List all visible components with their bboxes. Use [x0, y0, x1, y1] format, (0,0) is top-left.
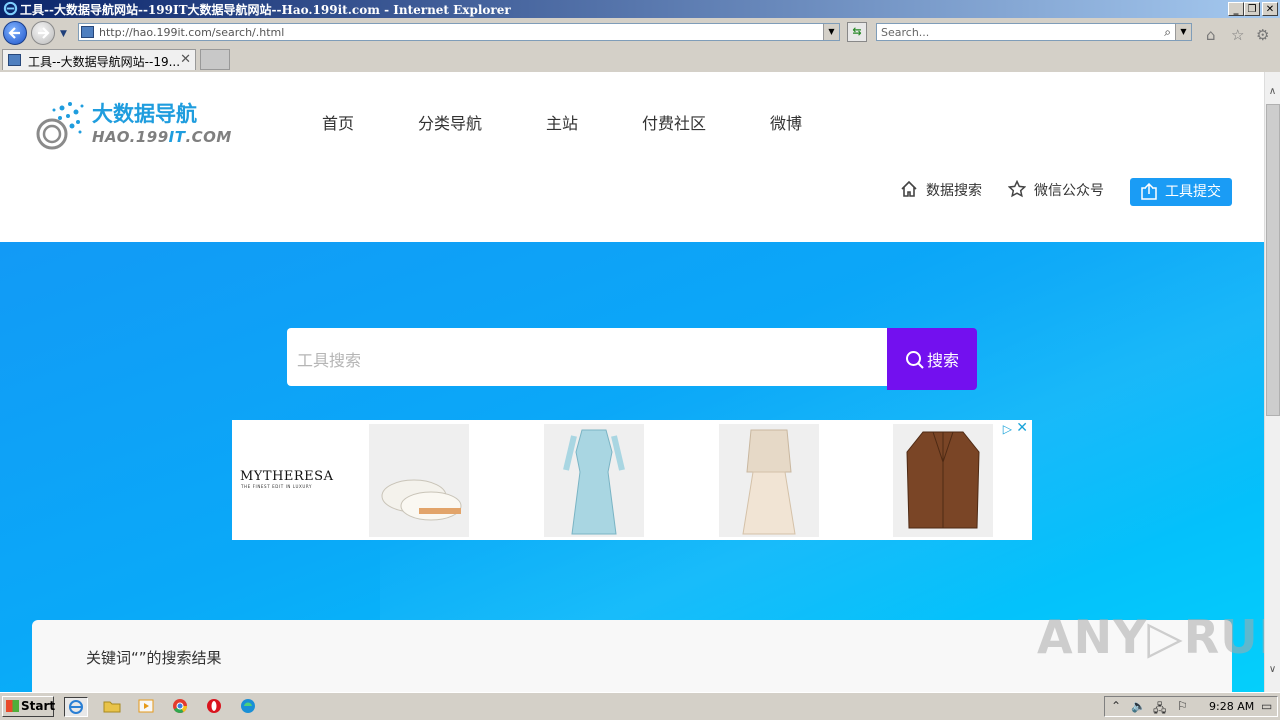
home-outline-icon [901, 180, 917, 197]
logo-domain-part-a: HAO.199 [92, 128, 169, 146]
taskbar-chrome[interactable] [169, 697, 193, 717]
address-url[interactable]: http://hao.199it.com/search/.html [99, 26, 284, 39]
window-title: 工具--大数据导航网站--199IT大数据导航网站--Hao.199it.com… [20, 3, 511, 17]
close-ad-icon[interactable]: ✕ [1016, 420, 1028, 436]
data-search-label: 数据搜索 [926, 183, 982, 199]
adchoices-icon[interactable]: ▷ [1003, 422, 1012, 436]
advertisement-banner[interactable]: MYTHERESA THE FINEST EDIT IN LUXURY ▷ ✕ [232, 420, 1032, 540]
taskbar-edge[interactable] [237, 697, 261, 717]
scroll-up-icon[interactable]: ∧ [1265, 86, 1280, 102]
tool-search-button[interactable]: 搜索 [887, 328, 977, 390]
ad-product-blue-dress[interactable] [544, 424, 644, 537]
taskbar-media-player[interactable] [135, 697, 159, 717]
chrome-icon [173, 699, 187, 713]
ad-product-beige-outfit[interactable] [719, 424, 819, 537]
browser-search-placeholder[interactable]: Search... [881, 26, 929, 39]
tool-search-button-label: 搜索 [927, 351, 960, 370]
vertical-scrollbar[interactable]: ∧ ∨ [1264, 72, 1280, 692]
address-bar[interactable]: http://hao.199it.com/search/.html ▼ [78, 23, 840, 41]
dandelion-logo-icon [36, 102, 84, 150]
windows-taskbar: Start ⌃ 🔈 🖧 ⚐ 9:28 AM ▭ [0, 692, 1280, 720]
taskbar-opera[interactable] [203, 697, 227, 717]
arrow-right-icon [38, 27, 50, 39]
tab-label[interactable]: 工具--大数据导航网站--19... [28, 53, 180, 70]
ad-tagline: THE FINEST EDIT IN LUXURY [241, 484, 313, 489]
show-desktop-icon[interactable]: ▭ [1261, 699, 1272, 713]
submit-tool-button[interactable]: 工具提交 [1130, 178, 1232, 206]
blue-dress-image [563, 429, 625, 535]
search-icon[interactable]: ⌕ [1164, 25, 1171, 40]
results-heading: 关键词“”的搜索结果 [86, 649, 222, 667]
page-favicon [81, 26, 94, 38]
arrow-left-icon [8, 27, 20, 39]
logo-domain-part-c: .COM [185, 128, 232, 146]
minimize-button[interactable]: _ [1228, 2, 1244, 16]
beige-outfit-image [742, 429, 796, 535]
windows-flag-icon [6, 700, 19, 712]
anyrun-watermark: ANY▷RUN [1037, 610, 1264, 664]
search-icon [906, 351, 924, 369]
browser-tab[interactable]: 工具--大数据导航网站--19... ✕ [2, 49, 196, 70]
history-dropdown-icon[interactable]: ▼ [60, 29, 67, 39]
back-button[interactable] [3, 21, 27, 45]
nav-main-site[interactable]: 主站 [546, 110, 578, 134]
tool-search-placeholder[interactable]: 工具搜索 [297, 347, 361, 371]
home-icon[interactable]: ⌂ [1206, 26, 1216, 44]
logo-domain-text: HAO.199IT.COM [92, 128, 232, 146]
ad-brand[interactable]: MYTHERESA [240, 469, 333, 484]
leather-jacket-image [906, 431, 980, 529]
sneaker-image [381, 479, 462, 521]
nav-categories[interactable]: 分类导航 [418, 110, 482, 134]
site-logo[interactable]: 大数据导航 HAO.199IT.COM [32, 94, 232, 154]
tools-gear-icon[interactable]: ⚙ [1256, 26, 1269, 44]
browser-search-box[interactable]: Search... ⌕ ▼ [876, 23, 1192, 41]
upload-icon [1141, 183, 1157, 200]
wechat-label: 微信公众号 [1034, 183, 1104, 199]
scroll-thumb[interactable] [1266, 104, 1280, 416]
start-label: Start [21, 699, 56, 713]
search-dropdown-icon[interactable]: ▼ [1175, 24, 1191, 40]
forward-button[interactable] [31, 21, 55, 45]
opera-icon [207, 699, 221, 713]
internet-explorer-icon [69, 700, 83, 714]
new-tab-button[interactable] [200, 49, 230, 70]
browser-navbar: ▼ http://hao.199it.com/search/.html ▼ ⇆ … [0, 18, 1280, 49]
favorites-star-icon[interactable]: ☆ [1231, 26, 1244, 44]
nav-weibo[interactable]: 微博 [770, 110, 802, 134]
logo-chinese-text: 大数据导航 [92, 102, 197, 126]
tab-bar: 工具--大数据导航网站--19... ✕ [0, 48, 1280, 72]
folder-icon [103, 701, 121, 713]
taskbar-file-explorer[interactable] [101, 697, 125, 717]
ad-product-leather-jacket[interactable] [893, 424, 993, 537]
tool-search-input[interactable]: 工具搜索 [287, 328, 887, 386]
system-tray: ⌃ 🔈 🖧 ⚐ 9:28 AM ▭ [1104, 696, 1278, 717]
nav-paid-community[interactable]: 付费社区 [642, 110, 706, 134]
star-outline-icon [1008, 180, 1026, 198]
wechat-link[interactable]: 微信公众号 [1008, 180, 1104, 200]
tray-expand-icon[interactable]: ⌃ [1111, 699, 1121, 713]
refresh-button[interactable]: ⇆ [847, 22, 867, 42]
submit-tool-label: 工具提交 [1165, 184, 1221, 200]
window-titlebar: 工具--大数据导航网站--199IT大数据导航网站--Hao.199it.com… [0, 0, 1280, 18]
start-button[interactable]: Start [2, 696, 56, 717]
close-window-button[interactable]: ✕ [1262, 2, 1278, 16]
edge-icon [241, 699, 255, 713]
scroll-down-icon[interactable]: ∨ [1265, 664, 1280, 680]
restore-button[interactable]: ❐ [1244, 2, 1260, 16]
taskbar-internet-explorer[interactable] [64, 697, 88, 717]
close-tab-icon[interactable]: ✕ [180, 52, 191, 67]
nav-home[interactable]: 首页 [322, 110, 354, 134]
clock[interactable]: 9:28 AM [1209, 700, 1254, 713]
media-player-icon [138, 699, 154, 713]
address-dropdown-icon[interactable]: ▼ [823, 24, 839, 40]
tab-favicon [8, 54, 21, 66]
internet-explorer-icon [3, 1, 18, 16]
data-search-link[interactable]: 数据搜索 [900, 180, 982, 200]
volume-icon[interactable]: 🔈 [1131, 699, 1146, 713]
ad-product-sneakers[interactable] [369, 424, 469, 537]
action-center-flag-icon[interactable]: ⚐ [1177, 699, 1188, 713]
network-icon[interactable]: 🖧 [1153, 699, 1166, 720]
page-viewport: 大数据导航 HAO.199IT.COM 首页 分类导航 主站 付费社区 微博 数… [0, 72, 1264, 692]
logo-domain-part-b: IT [168, 128, 186, 146]
